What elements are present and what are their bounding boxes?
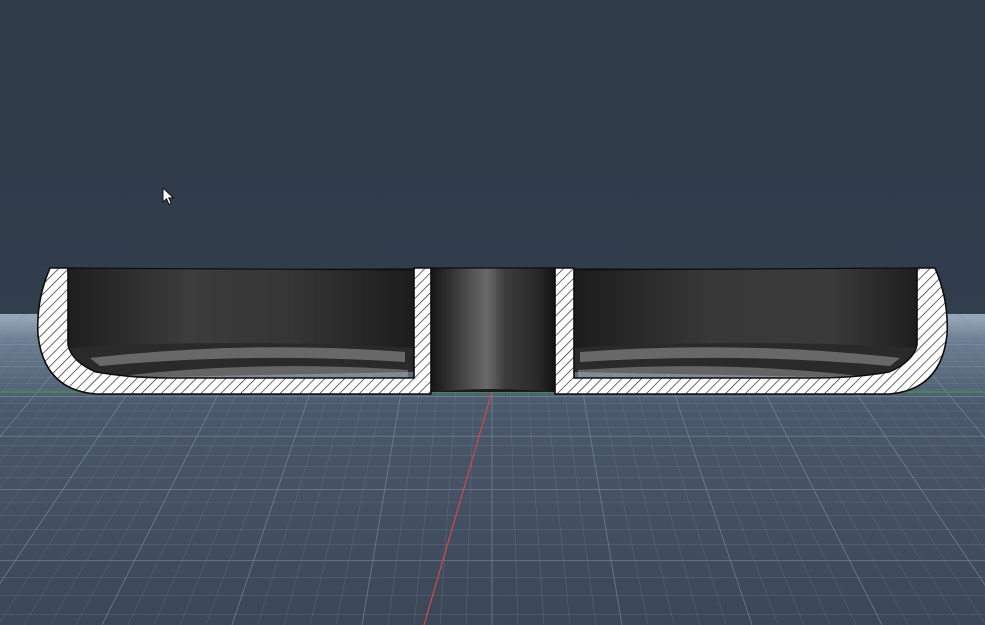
3d-viewport[interactable] [0, 0, 985, 625]
sectioned-part-model[interactable] [36, 267, 949, 395]
right-cavity-interior [574, 268, 917, 380]
center-hub-bore [431, 268, 555, 392]
viewport-canvas[interactable] [0, 0, 985, 625]
left-cavity-interior [68, 268, 414, 380]
